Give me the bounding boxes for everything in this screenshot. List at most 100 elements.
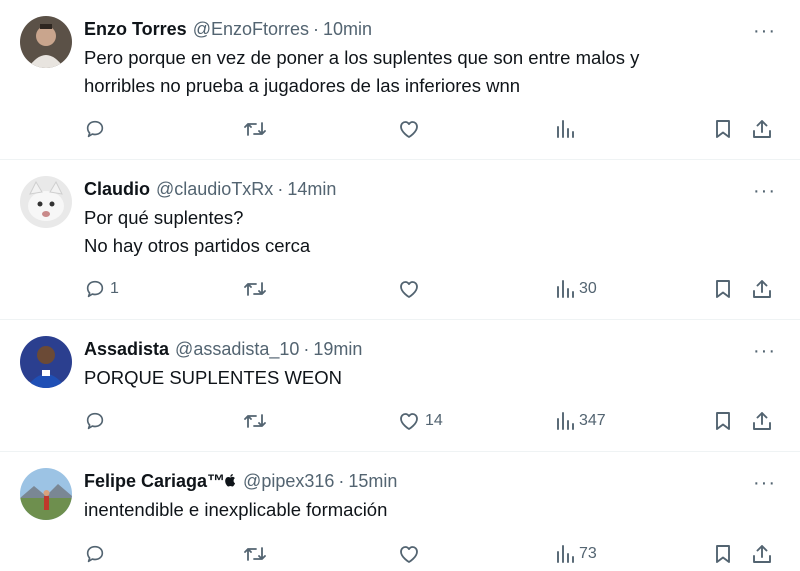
tweet-text: Pero porque en vez de poner a los suplen… [84,44,744,100]
heart-icon [397,118,421,140]
reply-feed: Enzo Torres @EnzoFtorres · 10min ··· Per… [0,0,800,571]
separator: · [338,471,345,491]
views-button[interactable]: 347 [555,408,606,434]
tweet-text: Por qué suplentes? No hay otros partidos… [84,204,744,260]
bookmark-button[interactable] [713,116,733,142]
share-icon [751,118,773,140]
separator: · [303,339,310,359]
action-bar [0,116,800,142]
tweet[interactable]: Assadista @assadista_10 · 19min ··· PORQ… [0,320,800,452]
username[interactable]: @assadista_10 [175,337,299,361]
tweet[interactable]: Claudio @claudioTxRx · 14min ··· Por qué… [0,160,800,320]
tweet-header: Assadista @assadista_10 · 19min [84,337,362,361]
views-icon [555,278,575,300]
share-button[interactable] [751,408,773,434]
like-button[interactable] [397,276,425,302]
repost-icon [243,118,267,140]
username[interactable]: @claudioTxRx [156,177,273,201]
bookmark-button[interactable] [713,541,733,567]
tweet-text-line: Pero porque en vez de poner a los suplen… [84,47,640,68]
tweet-header: Felipe Cariaga™ @pipex316 · 15min [84,469,397,493]
display-name[interactable]: Assadista [84,337,169,361]
bookmark-icon [713,543,733,565]
views-icon [555,543,575,565]
reply-icon [84,543,106,565]
share-button[interactable] [751,541,773,567]
tweet-header: Claudio @claudioTxRx · 14min [84,177,336,201]
reply-button[interactable] [84,408,110,434]
reply-button[interactable] [84,541,110,567]
username[interactable]: @pipex316 [243,469,334,493]
repost-button[interactable] [243,408,271,434]
bookmark-icon [713,118,733,140]
share-button[interactable] [751,116,773,142]
timestamp[interactable]: 14min [287,177,336,201]
avatar[interactable] [20,16,72,68]
heart-icon [397,278,421,300]
share-icon [751,410,773,432]
more-icon[interactable]: ··· [753,473,776,493]
bookmark-icon [713,278,733,300]
reply-count: 1 [110,280,119,297]
views-button[interactable]: 30 [555,276,597,302]
avatar[interactable] [20,176,72,228]
timestamp[interactable]: 19min [313,337,362,361]
reply-button[interactable] [84,116,110,142]
like-button[interactable] [397,116,425,142]
bookmark-icon [713,410,733,432]
more-icon[interactable]: ··· [753,341,776,361]
action-bar: 14 347 [0,408,800,434]
heart-icon [397,410,421,432]
tweet-text: inentendible e inexplicable formación [84,496,744,524]
display-name[interactable]: Enzo Torres [84,17,187,41]
views-icon [555,118,575,140]
tweet-text-line: inentendible e inexplicable formación [84,499,388,520]
tweet-text: PORQUE SUPLENTES WEON [84,364,744,392]
share-button[interactable] [751,276,773,302]
views-count: 347 [579,412,606,429]
reply-button[interactable]: 1 [84,276,119,302]
share-icon [751,543,773,565]
separator: · [277,179,284,199]
reply-icon [84,118,106,140]
views-count: 73 [579,545,597,562]
views-count: 30 [579,280,597,297]
separator: · [313,19,319,39]
display-name[interactable]: Claudio [84,177,150,201]
tweet[interactable]: Enzo Torres @EnzoFtorres · 10min ··· Per… [0,0,800,160]
repost-icon [243,410,267,432]
reply-icon [84,410,106,432]
like-count: 14 [425,412,443,429]
views-icon [555,410,575,432]
tweet-text-line: Por qué suplentes? [84,207,244,228]
timestamp[interactable]: 15min [348,469,397,493]
tweet-text-line: PORQUE SUPLENTES WEON [84,367,343,388]
reply-icon [84,278,106,300]
username[interactable]: @EnzoFtorres [193,17,309,41]
display-name[interactable]: Felipe Cariaga™ [84,469,225,493]
more-icon[interactable]: ··· [753,21,776,41]
views-button[interactable] [555,116,579,142]
tweet-text-line: horribles no prueba a jugadores de las i… [84,75,521,96]
heart-icon [397,543,421,565]
repost-button[interactable] [243,541,271,567]
more-icon[interactable]: ··· [753,181,776,201]
repost-button[interactable] [243,116,271,142]
timestamp[interactable]: 10min [323,17,372,41]
share-icon [751,278,773,300]
repost-icon [243,278,267,300]
avatar[interactable] [20,468,72,520]
tweet-header: Enzo Torres @EnzoFtorres · 10min [84,17,372,41]
repost-button[interactable] [243,276,271,302]
bookmark-button[interactable] [713,408,733,434]
repost-icon [243,543,267,565]
tweet[interactable]: Felipe Cariaga™ @pipex316 · 15min ··· in… [0,452,800,571]
action-bar: 73 [0,541,800,567]
bookmark-button[interactable] [713,276,733,302]
views-button[interactable]: 73 [555,541,597,567]
like-button[interactable] [397,541,425,567]
tweet-text-line: No hay otros partidos cerca [84,235,311,256]
like-button[interactable]: 14 [397,408,443,434]
apple-icon [225,473,237,487]
avatar[interactable] [20,336,72,388]
